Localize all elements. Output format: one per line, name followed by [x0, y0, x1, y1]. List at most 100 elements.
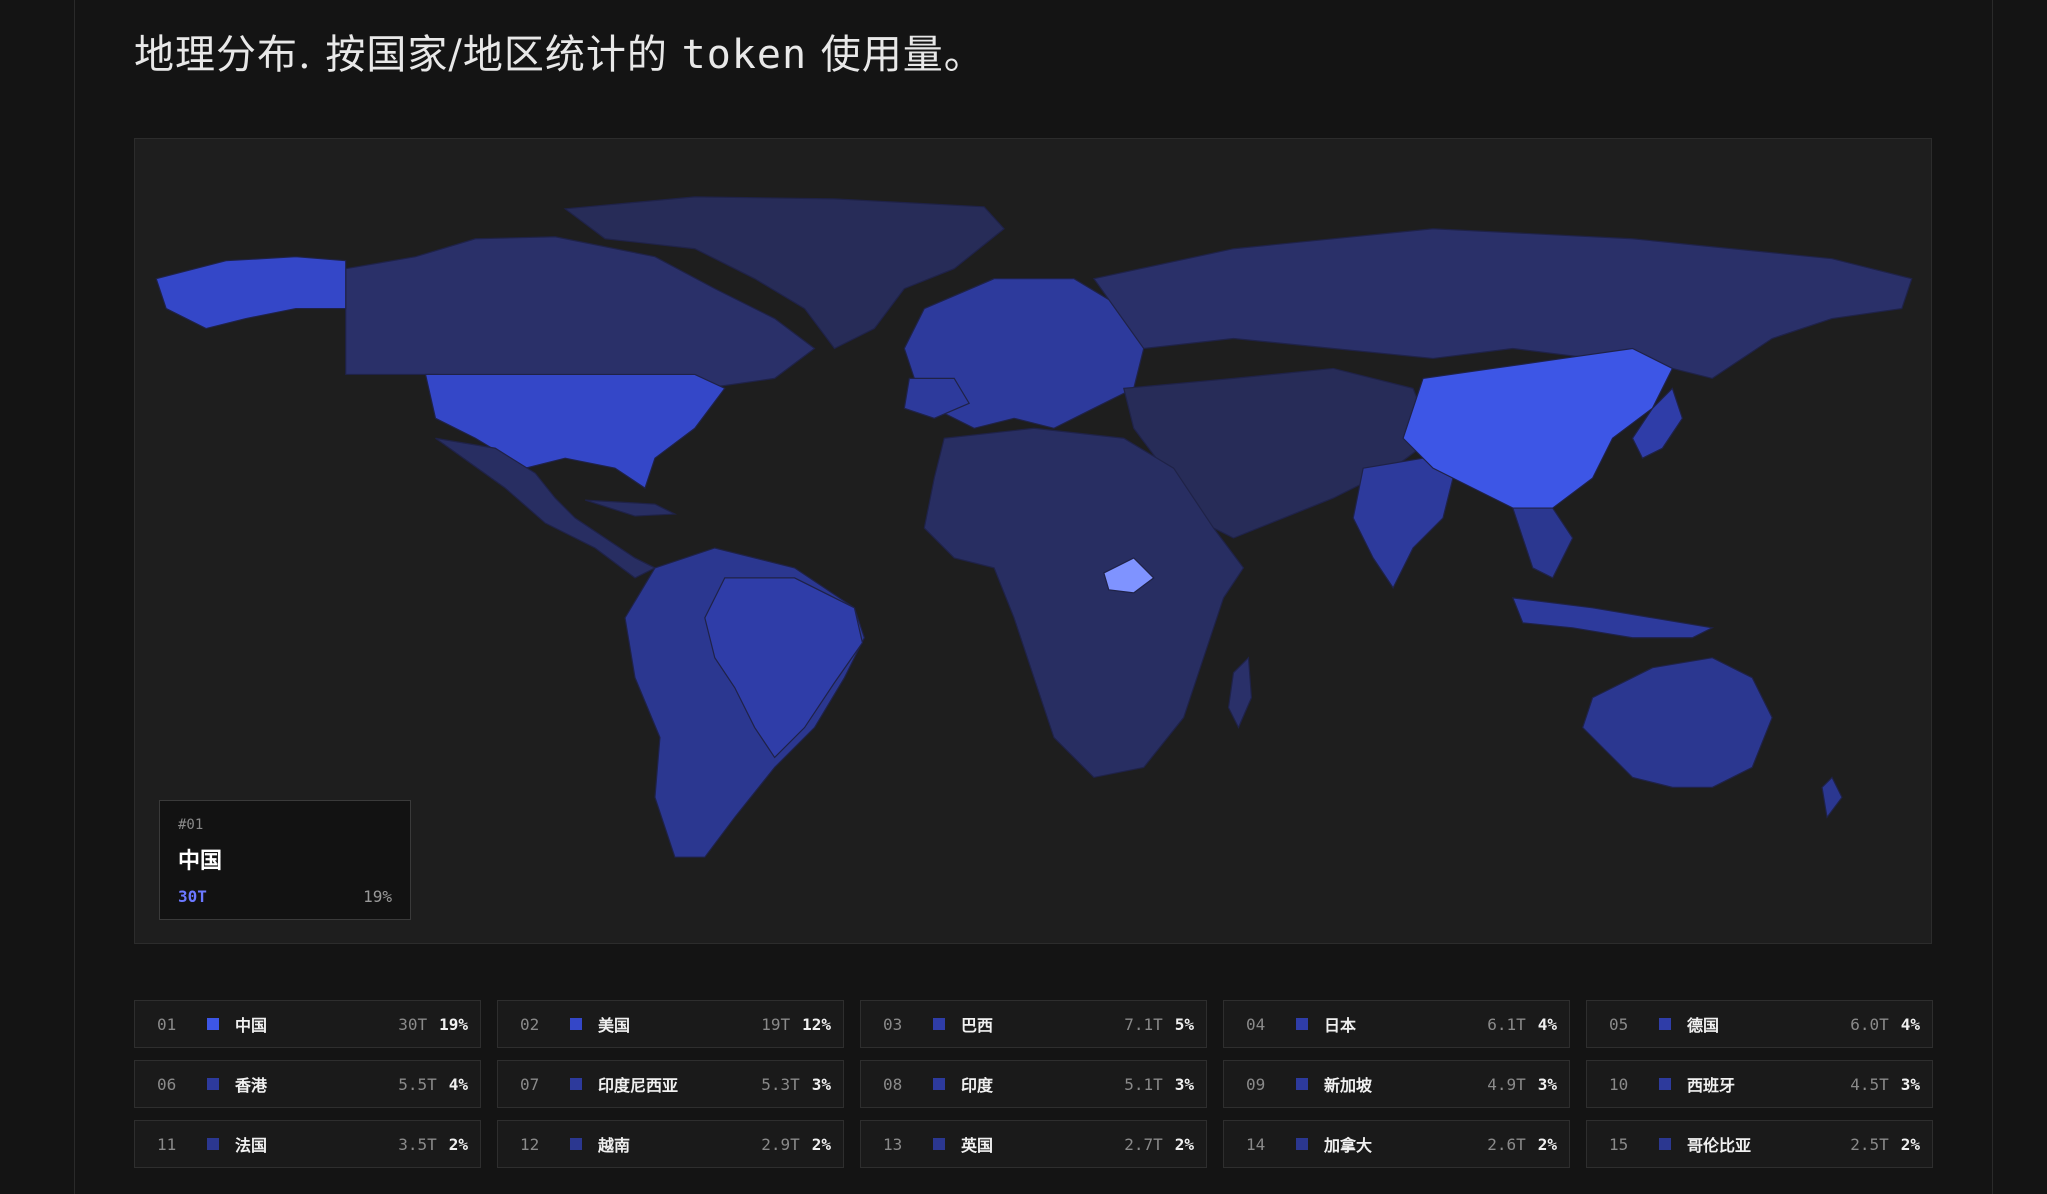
country-name: 加拿大 [1324, 1136, 1373, 1155]
rank-number: 10 [1609, 1074, 1629, 1094]
token-percent: 2% [1174, 1134, 1194, 1154]
country-rank-item[interactable]: 12 越南 2.9T 2% [497, 1120, 844, 1168]
map-india[interactable] [1352, 457, 1454, 590]
rank-number: 11 [157, 1134, 177, 1154]
country-rank-item[interactable]: 14 加拿大 2.6T 2% [1223, 1120, 1570, 1168]
map-australia[interactable] [1581, 657, 1773, 788]
country-rank-item[interactable]: 05 德国 6.0T 4% [1586, 1000, 1933, 1048]
color-swatch [207, 1138, 219, 1150]
country-rank-item[interactable]: 13 英国 2.7T 2% [860, 1120, 1207, 1168]
token-value: 2.6T [1487, 1134, 1526, 1154]
color-swatch [1659, 1078, 1671, 1090]
color-swatch [1659, 1138, 1671, 1150]
country-rank-item[interactable]: 07 印度尼西亚 5.3T 3% [497, 1060, 844, 1108]
token-value: 5.5T [398, 1074, 437, 1094]
rank-number: 06 [157, 1074, 177, 1094]
country-name: 英国 [961, 1136, 994, 1155]
country-rank-item[interactable]: 04 日本 6.1T 4% [1223, 1000, 1570, 1048]
token-value: 4.9T [1487, 1074, 1526, 1094]
left-frame-line [74, 0, 75, 1194]
tooltip-value: 30T [178, 887, 207, 906]
country-rank-item[interactable]: 06 香港 5.5T 4% [134, 1060, 481, 1108]
token-value: 7.1T [1124, 1014, 1163, 1034]
color-swatch [1296, 1078, 1308, 1090]
country-name: 西班牙 [1687, 1076, 1736, 1095]
token-value: 2.7T [1124, 1134, 1163, 1154]
token-value: 6.1T [1487, 1014, 1526, 1034]
country-name: 日本 [1324, 1016, 1357, 1035]
map-usa[interactable] [424, 373, 726, 490]
color-swatch [570, 1018, 582, 1030]
token-percent: 5% [1174, 1014, 1194, 1034]
country-rank-item[interactable]: 15 哥伦比亚 2.5T 2% [1586, 1120, 1933, 1168]
color-swatch [207, 1078, 219, 1090]
country-name: 法国 [235, 1136, 268, 1155]
country-rank-item[interactable]: 11 法国 3.5T 2% [134, 1120, 481, 1168]
map-russia[interactable] [1092, 228, 1913, 380]
country-name: 中国 [235, 1016, 268, 1035]
color-swatch [933, 1078, 945, 1090]
map-indonesia[interactable] [1511, 597, 1715, 639]
map-caribbean[interactable] [584, 499, 678, 517]
token-percent: 3% [1900, 1074, 1920, 1094]
title-prefix: 地理分布. 按国家/地区统计的 [134, 32, 668, 78]
color-swatch [933, 1018, 945, 1030]
token-value: 5.3T [761, 1074, 800, 1094]
map-alaska[interactable] [155, 256, 347, 330]
map-new-zealand[interactable] [1821, 776, 1843, 819]
rank-number: 05 [1609, 1014, 1629, 1034]
token-percent: 2% [1900, 1134, 1920, 1154]
token-percent: 3% [1174, 1074, 1194, 1094]
rank-number: 07 [520, 1074, 540, 1094]
token-percent: 19% [439, 1014, 468, 1034]
color-swatch [1296, 1018, 1308, 1030]
country-rank-item[interactable]: 02 美国 19T 12% [497, 1000, 844, 1048]
tooltip-country: 中国 [178, 849, 223, 874]
right-frame-line [1992, 0, 1993, 1194]
token-percent: 4% [1900, 1014, 1920, 1034]
color-swatch [570, 1138, 582, 1150]
world-map-panel: #01 中国 30T 19% [134, 138, 1932, 944]
color-swatch [1296, 1138, 1308, 1150]
map-tooltip: #01 中国 30T 19% [159, 800, 411, 920]
token-value: 30T [398, 1014, 428, 1034]
rank-number: 01 [157, 1014, 177, 1034]
country-rank-item[interactable]: 10 西班牙 4.5T 3% [1586, 1060, 1933, 1108]
token-percent: 2% [811, 1134, 831, 1154]
country-name: 德国 [1687, 1016, 1720, 1035]
rank-number: 02 [520, 1014, 540, 1034]
token-percent: 3% [811, 1074, 831, 1094]
country-rank-item[interactable]: 03 巴西 7.1T 5% [860, 1000, 1207, 1048]
token-value: 19T [761, 1014, 791, 1034]
rank-number: 03 [883, 1014, 903, 1034]
token-value: 2.5T [1850, 1134, 1889, 1154]
token-value: 3.5T [398, 1134, 437, 1154]
country-rank-item[interactable]: 01 中国 30T 19% [134, 1000, 481, 1048]
token-percent: 2% [1537, 1134, 1557, 1154]
color-swatch [570, 1078, 582, 1090]
country-rank-item[interactable]: 09 新加坡 4.9T 3% [1223, 1060, 1570, 1108]
country-rank-item[interactable]: 08 印度 5.1T 3% [860, 1060, 1207, 1108]
map-southeast-asia[interactable] [1511, 507, 1574, 579]
map-madagascar[interactable] [1227, 656, 1253, 729]
title-token: token [681, 32, 808, 78]
rank-number: 13 [883, 1134, 903, 1154]
color-swatch [207, 1018, 219, 1030]
token-percent: 3% [1537, 1074, 1557, 1094]
country-name: 印度 [961, 1076, 994, 1095]
country-ranking-grid: 01 中国 30T 19% 02 美国 19T 12% 03 巴西 7.1T 5% 04 日本 6.1T 4%… [134, 1000, 1933, 1168]
rank-number: 14 [1246, 1134, 1266, 1154]
country-name: 香港 [235, 1076, 268, 1095]
section-title: 地理分布. 按国家/地区统计的 token 使用量。 [134, 22, 985, 80]
rank-number: 08 [883, 1074, 903, 1094]
rank-number: 15 [1609, 1134, 1629, 1154]
rank-number: 09 [1246, 1074, 1266, 1094]
country-name: 越南 [598, 1136, 631, 1155]
country-name: 巴西 [961, 1016, 994, 1035]
rank-number: 12 [520, 1134, 540, 1154]
tooltip-percent: 19% [363, 887, 392, 906]
color-swatch [1659, 1018, 1671, 1030]
token-value: 6.0T [1850, 1014, 1889, 1034]
country-name: 美国 [598, 1016, 631, 1035]
token-percent: 4% [448, 1074, 468, 1094]
